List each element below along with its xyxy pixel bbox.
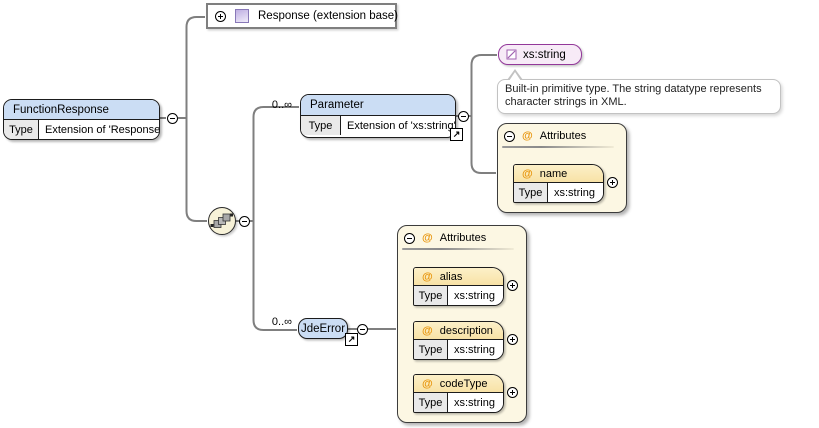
function-response-header[interactable]: FunctionResponse [4, 100, 159, 120]
xs-string-box[interactable]: xs:string [498, 44, 582, 65]
navigate-arrow-glyph: ↗ [348, 335, 356, 344]
parameter-collapse-toggle[interactable] [458, 111, 469, 122]
jde-error-box[interactable]: JdeError [298, 318, 348, 339]
complex-type-icon [235, 9, 249, 23]
attribute-name-box[interactable]: @ name Type xs:string [513, 164, 604, 203]
attribute-at-icon: @ [422, 271, 433, 283]
type-label-cell: Type [414, 393, 448, 412]
xs-string-label: xs:string [523, 49, 566, 61]
navigate-arrow-glyph: ↗ [453, 130, 461, 139]
attribute-name-header[interactable]: @ name [514, 165, 603, 183]
sequence-icon [209, 208, 234, 233]
extension-base-label: Response (extension base) [258, 10, 398, 22]
type-label-cell: Type [414, 286, 448, 305]
type-label-cell: Type [414, 340, 448, 359]
extension-base-box[interactable]: Response (extension base) [206, 3, 397, 29]
parameter-header[interactable]: Parameter [301, 95, 455, 116]
type-value-cell: xs:string [548, 183, 603, 202]
attribute-codetype-header[interactable]: @ codeType [414, 375, 503, 393]
type-value-cell: xs:string [448, 340, 503, 359]
jde-error-attributes-collapse-toggle[interactable] [404, 233, 415, 244]
schema-diagram: Response (extension base) FunctionRespon… [0, 0, 819, 428]
attribute-alias-expand-toggle[interactable] [507, 280, 518, 291]
attribute-name-expand-toggle[interactable] [607, 177, 618, 188]
parameter-navigate-icon[interactable]: ↗ [450, 128, 463, 141]
attribute-codetype-type-row: Type xs:string [414, 393, 503, 412]
jde-error-attributes-header: @ Attributes [398, 226, 526, 244]
parameter-attributes-title: Attributes [540, 130, 586, 142]
extension-base-expand-toggle[interactable] [215, 11, 226, 22]
attribute-alias-label: alias [440, 271, 463, 283]
tooltip-text: Built-in primitive type. The string data… [505, 83, 762, 108]
sequence-compositor[interactable] [208, 207, 236, 235]
attribute-description-header[interactable]: @ description [414, 322, 503, 340]
attribute-at-icon: @ [422, 378, 433, 390]
parameter-attributes-collapse-toggle[interactable] [504, 131, 515, 142]
attribute-description-type-row: Type xs:string [414, 340, 503, 359]
parameter-attributes-header: @ Attributes [498, 124, 626, 142]
panel-divider [402, 248, 514, 250]
attribute-codetype-label: codeType [440, 378, 488, 390]
jde-error-navigate-icon[interactable]: ↗ [345, 333, 358, 346]
attribute-at-icon: @ [422, 325, 433, 337]
function-response-name: FunctionResponse [13, 104, 109, 116]
type-value-cell: xs:string [448, 393, 503, 412]
type-value-cell: Extension of 'Response' [39, 120, 160, 139]
attribute-name-label: name [540, 168, 568, 180]
simple-type-icon [506, 49, 517, 60]
jde-error-name: JdeError [301, 323, 345, 335]
parameter-box[interactable]: Parameter Type Extension of 'xs:string' [300, 94, 456, 138]
attribute-description-label: description [440, 325, 493, 337]
type-label-cell: Type [4, 120, 39, 139]
attribute-description-box[interactable]: @ description Type xs:string [413, 321, 504, 360]
parameter-attributes-panel[interactable]: @ Attributes @ name Type xs:string [497, 123, 627, 213]
attribute-at-icon: @ [422, 232, 433, 244]
jde-error-collapse-toggle[interactable] [357, 324, 368, 335]
panel-divider [502, 146, 614, 148]
jde-error-cardinality: 0..∞ [258, 316, 292, 328]
parameter-name: Parameter [310, 99, 364, 111]
attribute-name-type-row: Type xs:string [514, 183, 603, 202]
type-value-cell: Extension of 'xs:string' [341, 116, 456, 135]
type-value-cell: xs:string [448, 286, 503, 305]
jde-error-attributes-title: Attributes [440, 232, 486, 244]
attribute-codetype-expand-toggle[interactable] [507, 387, 518, 398]
function-response-collapse-toggle[interactable] [167, 113, 178, 124]
type-label-cell: Type [301, 116, 341, 135]
xs-string-tooltip: Built-in primitive type. The string data… [497, 79, 781, 114]
function-response-box[interactable]: FunctionResponse Type Extension of 'Resp… [3, 99, 160, 140]
type-label-cell: Type [514, 183, 548, 202]
sequence-collapse-toggle[interactable] [239, 216, 250, 227]
tooltip-pointer-fill [509, 72, 521, 81]
attribute-codetype-box[interactable]: @ codeType Type xs:string [413, 374, 504, 413]
function-response-type-row: Type Extension of 'Response' [4, 120, 159, 139]
attribute-at-icon: @ [522, 130, 533, 142]
parameter-type-row: Type Extension of 'xs:string' [301, 116, 455, 135]
attribute-alias-box[interactable]: @ alias Type xs:string [413, 267, 504, 306]
parameter-cardinality: 0..∞ [258, 99, 292, 111]
attribute-description-expand-toggle[interactable] [507, 334, 518, 345]
attribute-alias-header[interactable]: @ alias [414, 268, 503, 286]
attribute-at-icon: @ [522, 168, 533, 180]
attribute-alias-type-row: Type xs:string [414, 286, 503, 305]
